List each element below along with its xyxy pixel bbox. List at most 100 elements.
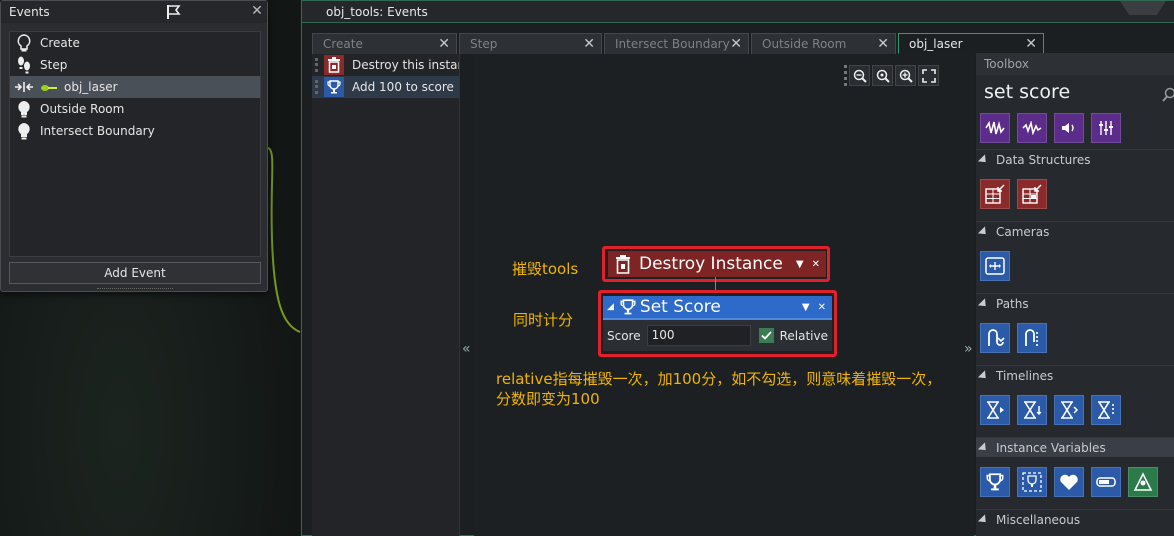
annotation-note-line1: relative指每摧毁一次，加100分，如不勾选，则意味着摧毁一次， bbox=[496, 370, 942, 388]
section-label: Cameras bbox=[996, 224, 1050, 239]
score-input[interactable]: 100 bbox=[646, 325, 751, 346]
audio-icon[interactable] bbox=[980, 113, 1010, 143]
event-item-label: Step bbox=[40, 58, 68, 72]
set-score-block[interactable]: ◢ Set Score ▼ ✕ Score 100 Relative bbox=[603, 296, 832, 351]
close-tab-icon[interactable]: ✕ bbox=[583, 36, 595, 52]
flag-icon[interactable] bbox=[165, 4, 183, 20]
object-window-titlebar[interactable]: obj_tools: Events bbox=[302, 1, 1174, 23]
timeline-position-icon[interactable] bbox=[1091, 395, 1121, 425]
close-tab-icon[interactable]: ✕ bbox=[877, 36, 889, 52]
mixer-icon[interactable] bbox=[1091, 113, 1121, 143]
get-score-trophy-icon[interactable] bbox=[1017, 467, 1047, 497]
event-item-obj-laser[interactable]: obj_laser bbox=[10, 76, 260, 98]
search-icon[interactable] bbox=[1162, 87, 1174, 103]
event-list: Create Step obj_laser Outside Room Inter… bbox=[9, 31, 261, 257]
bulb-icon bbox=[14, 34, 34, 52]
event-item-intersect-boundary[interactable]: Intersect Boundary bbox=[10, 120, 260, 142]
drag-handle[interactable] bbox=[315, 80, 318, 94]
section-paths[interactable]: Paths bbox=[976, 293, 1174, 313]
event-item-label: Create bbox=[40, 36, 80, 50]
action-row-label: Add 100 to score bbox=[352, 80, 454, 94]
zoom-in-icon[interactable] bbox=[895, 65, 916, 86]
set-score-header[interactable]: ◢ Set Score ▼ ✕ bbox=[603, 296, 832, 320]
close-tab-icon[interactable]: ✕ bbox=[1025, 36, 1037, 52]
close-tab-icon[interactable]: ✕ bbox=[438, 36, 450, 52]
data-structures-row bbox=[980, 179, 1047, 209]
health-bar-icon[interactable] bbox=[1091, 467, 1121, 497]
relative-checkbox[interactable] bbox=[758, 328, 774, 343]
timeline-speed-icon[interactable] bbox=[1054, 395, 1084, 425]
tab-create[interactable]: Create ✕ bbox=[312, 33, 457, 54]
close-icon[interactable]: ✕ bbox=[818, 302, 826, 313]
action-row-score[interactable]: Add 100 to score bbox=[312, 76, 459, 98]
grid-create-icon[interactable] bbox=[980, 179, 1010, 209]
chevron-down-icon[interactable]: ▼ bbox=[802, 302, 810, 313]
action-row-destroy[interactable]: Destroy this instance bbox=[312, 54, 459, 76]
section-label: Timelines bbox=[996, 368, 1054, 383]
timelines-row bbox=[980, 395, 1121, 425]
tab-label: Step bbox=[470, 37, 498, 51]
tab-intersect-boundary[interactable]: Intersect Boundary ✕ bbox=[604, 33, 749, 54]
path-start-icon[interactable] bbox=[980, 323, 1010, 353]
collapse-triangle-icon bbox=[977, 153, 990, 166]
trophy-icon bbox=[324, 77, 344, 97]
close-icon[interactable]: ✕ bbox=[249, 3, 265, 19]
toolbox-search-input[interactable]: set score bbox=[984, 81, 1070, 103]
toolbox-panel: Toolbox set score Data Structures Camera… bbox=[976, 53, 1174, 536]
section-label: Paths bbox=[996, 296, 1029, 311]
tab-label: obj_laser bbox=[909, 36, 963, 51]
events-panel-titlebar[interactable]: Events ✕ bbox=[1, 1, 267, 23]
event-item-outside-room[interactable]: Outside Room bbox=[10, 98, 260, 120]
timeline-play-icon[interactable] bbox=[980, 395, 1010, 425]
toolbar-grip bbox=[844, 65, 847, 86]
speaker-icon[interactable] bbox=[1054, 113, 1084, 143]
event-item-label: obj_laser bbox=[64, 80, 118, 94]
section-instance-variables[interactable]: Instance Variables bbox=[976, 437, 1174, 457]
grid-set-icon[interactable] bbox=[1017, 179, 1047, 209]
timeline-set-icon[interactable] bbox=[1017, 395, 1047, 425]
lives-icon[interactable] bbox=[1128, 467, 1158, 497]
close-icon[interactable]: ✕ bbox=[812, 259, 820, 270]
event-item-step[interactable]: Step bbox=[10, 54, 260, 76]
tab-step[interactable]: Step ✕ bbox=[459, 33, 602, 54]
zoom-reset-icon[interactable] bbox=[872, 65, 893, 86]
drag-handle[interactable] bbox=[315, 58, 318, 72]
zoom-out-icon[interactable] bbox=[849, 65, 870, 86]
cameras-row bbox=[980, 251, 1010, 281]
resize-grip[interactable] bbox=[97, 288, 173, 291]
section-data-structures[interactable]: Data Structures bbox=[976, 149, 1174, 169]
collapse-triangle-icon bbox=[977, 369, 990, 382]
destroy-instance-block[interactable]: Destroy Instance ▼ ✕ bbox=[608, 251, 826, 277]
action-row-label: Destroy this instance bbox=[352, 58, 459, 72]
collapse-right-icon[interactable]: » bbox=[964, 341, 973, 357]
close-tab-icon[interactable]: ✕ bbox=[730, 36, 742, 52]
tab-outside-room[interactable]: Outside Room ✕ bbox=[751, 33, 896, 54]
trash-icon bbox=[324, 55, 344, 75]
section-miscellaneous[interactable]: Miscellaneous bbox=[976, 509, 1174, 529]
annotation-score: 同时计分 bbox=[513, 311, 574, 329]
section-label: Instance Variables bbox=[996, 440, 1106, 455]
camera-viewport-icon[interactable] bbox=[980, 251, 1010, 281]
event-item-create[interactable]: Create bbox=[10, 32, 260, 54]
section-cameras[interactable]: Cameras bbox=[976, 221, 1174, 241]
collapse-triangle-icon bbox=[977, 513, 990, 526]
heart-icon[interactable] bbox=[1054, 467, 1084, 497]
add-event-button[interactable]: Add Event bbox=[9, 262, 261, 284]
chevron-down-icon[interactable]: ▼ bbox=[796, 259, 804, 270]
set-score-body: Score 100 Relative bbox=[603, 320, 832, 351]
audio-wave-icon[interactable] bbox=[1017, 113, 1047, 143]
section-timelines[interactable]: Timelines bbox=[976, 365, 1174, 385]
score-field-label: Score bbox=[607, 328, 641, 343]
laser-sprite-icon bbox=[40, 82, 58, 92]
path-end-icon[interactable] bbox=[1017, 323, 1047, 353]
collapse-triangle-icon[interactable]: ◢ bbox=[607, 302, 614, 312]
collapse-left-icon[interactable]: « bbox=[462, 341, 471, 357]
tab-label: Create bbox=[323, 37, 363, 51]
tab-obj-laser[interactable]: obj_laser ✕ bbox=[898, 33, 1044, 54]
fit-to-view-icon[interactable] bbox=[918, 65, 939, 86]
event-item-label: Intersect Boundary bbox=[40, 124, 155, 138]
events-panel: Events ✕ Create Step obj_laser Outside R… bbox=[0, 0, 268, 292]
set-score-trophy-icon[interactable] bbox=[980, 467, 1010, 497]
tab-label: Intersect Boundary bbox=[615, 37, 730, 51]
bulb-icon bbox=[14, 122, 34, 140]
